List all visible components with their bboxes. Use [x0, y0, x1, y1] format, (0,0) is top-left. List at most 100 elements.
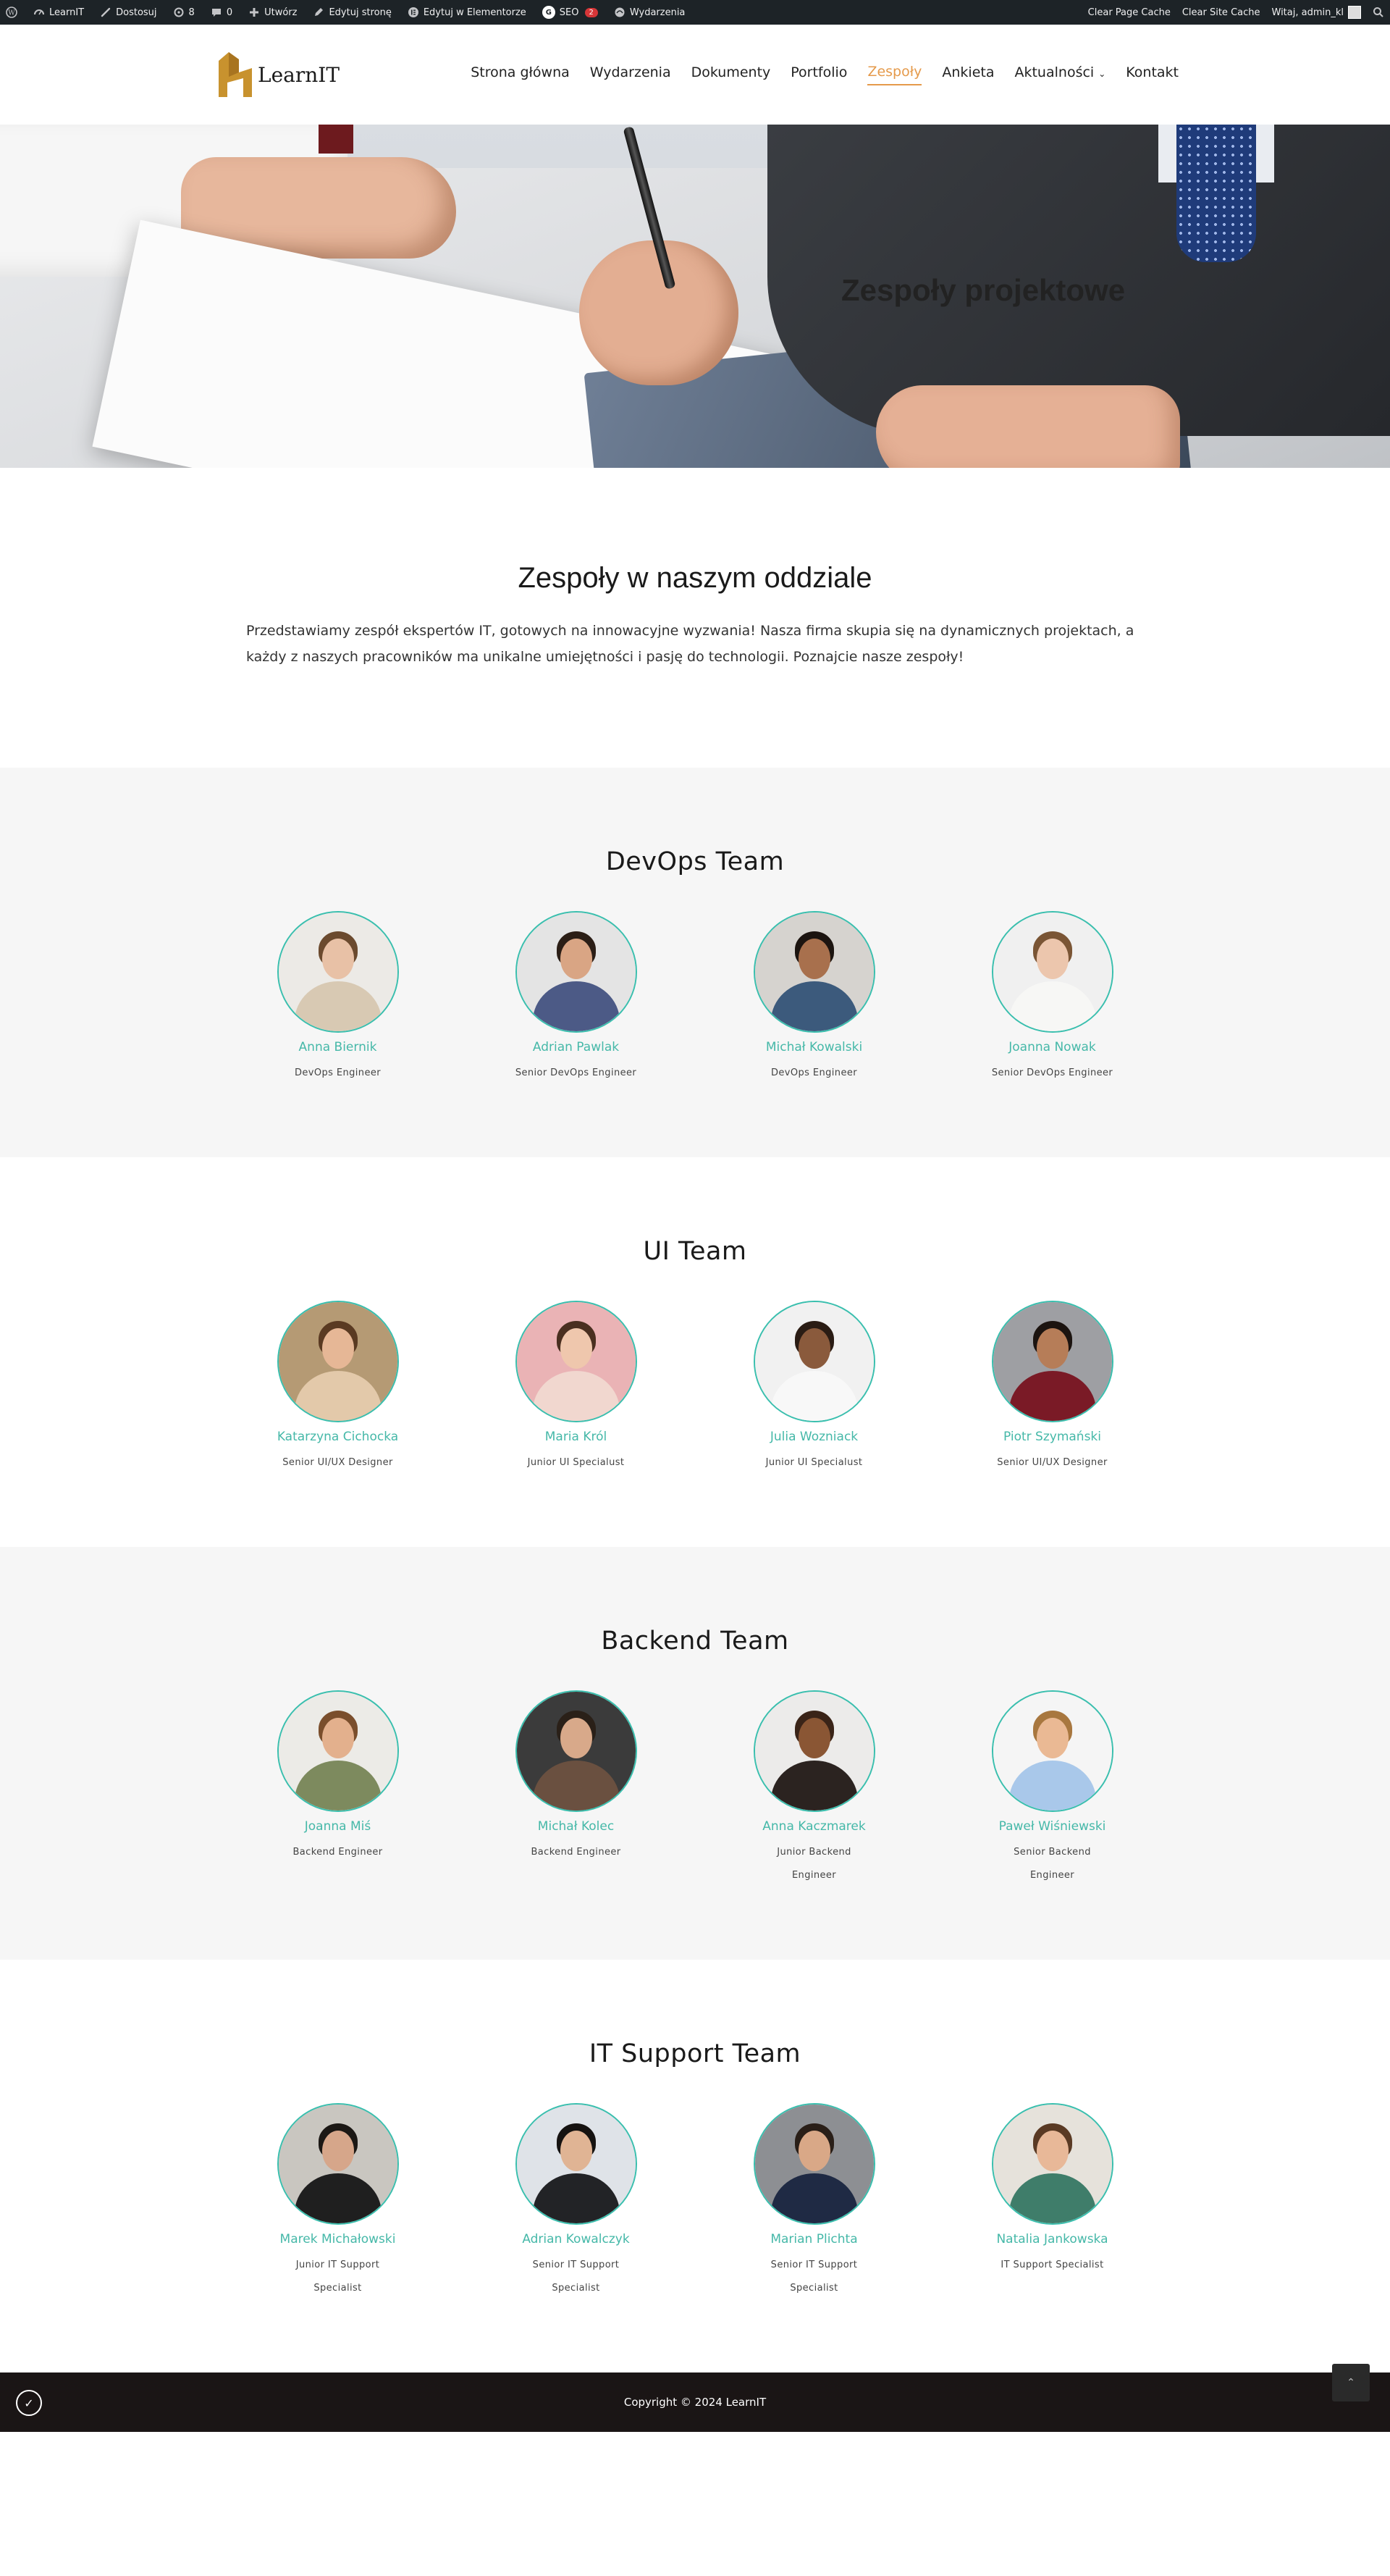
chevron-up-icon: ⌃ [1347, 2377, 1355, 2388]
site-name-link[interactable]: LearnIT [33, 7, 84, 18]
member-photo [753, 1690, 875, 1812]
team-title: UI Team [643, 1237, 747, 1266]
nav-item-events[interactable]: Wydarzenia [590, 64, 671, 85]
customize-label: Dostosuj [116, 7, 157, 18]
nav-item-contact[interactable]: Kontakt [1126, 64, 1179, 85]
edit-elementor-link[interactable]: Edytuj w Elementorze [408, 7, 526, 18]
member-photo [277, 2103, 399, 2225]
clear-page-cache-link[interactable]: Clear Page Cache [1088, 7, 1171, 18]
dashboard-icon [33, 7, 45, 18]
team-member-card: Natalia Jankowska IT Support Specialist [991, 2103, 1113, 2300]
clear-site-cache-link[interactable]: Clear Site Cache [1182, 7, 1260, 18]
member-name: Paweł Wiśniewski [998, 1819, 1106, 1834]
team-member-card: Katarzyna Cichocka Senior UI/UX Designer [277, 1301, 399, 1474]
intro-text: Przedstawiamy zespół ekspertów IT, gotow… [246, 623, 1134, 665]
hero-banner: Zespoły projektowe [0, 125, 1390, 468]
member-photo [515, 1301, 637, 1422]
nav-item-home[interactable]: Strona główna [471, 64, 570, 85]
updates-link[interactable]: 8 [173, 7, 195, 18]
seo-menu[interactable]: G SEO 2 [542, 6, 598, 19]
new-content-link[interactable]: Utwórz [248, 7, 297, 18]
member-name: Adrian Pawlak [532, 1040, 620, 1054]
brush-icon [100, 7, 111, 18]
seo-icon: G [542, 6, 555, 19]
member-role: Senior IT Support Specialist [532, 2260, 620, 2294]
member-photo [515, 2103, 637, 2225]
events-label: Wydarzenia [629, 7, 686, 18]
nav-item-survey[interactable]: Ankieta [942, 64, 994, 85]
pencil-icon [313, 7, 324, 18]
member-name: Adrian Kowalczyk [522, 2232, 630, 2246]
greeting-label: Witaj, admin_kl [1271, 7, 1344, 18]
nav-item-documents[interactable]: Dokumenty [691, 64, 771, 85]
seo-notification-badge: 2 [584, 7, 598, 17]
search-icon [1373, 7, 1384, 18]
intro-section: Zespoły w naszym oddziale Przedstawiamy … [0, 468, 1390, 768]
member-photo [753, 911, 875, 1033]
member-photo [753, 1301, 875, 1422]
member-photo [277, 911, 399, 1033]
member-role: IT Support Specialist [1001, 2260, 1104, 2270]
nav-item-teams[interactable]: Zespoły [867, 64, 922, 85]
member-photo [991, 2103, 1113, 2225]
team-section-backend: Backend Team Joanna Miś Backend Engineer… [0, 1547, 1390, 1960]
logo-text: LearnIT [258, 62, 340, 87]
team-member-card: Michał Kowalski DevOps Engineer [753, 911, 875, 1085]
member-name: Piotr Szymański [1003, 1430, 1101, 1444]
admin-bar: W LearnIT Dostosuj 8 0 Utwórz Edytuj str… [0, 0, 1390, 25]
team-section-it-support: IT Support Team Marek Michałowski Junior… [0, 1960, 1390, 2372]
team-members: Katarzyna Cichocka Senior UI/UX Designer… [0, 1301, 1390, 1474]
member-role: DevOps Engineer [771, 1067, 857, 1078]
customize-link[interactable]: Dostosuj [100, 7, 157, 18]
member-role: Senior UI/UX Designer [997, 1457, 1108, 1468]
member-photo [753, 2103, 875, 2225]
hero-title: Zespoły projektowe [841, 273, 1126, 307]
wordpress-icon: W [6, 7, 17, 18]
team-title: Backend Team [601, 1627, 789, 1656]
cookie-icon: ✓ [24, 2396, 34, 2410]
member-photo [277, 1690, 399, 1812]
team-member-card: Adrian Kowalczyk Senior IT Support Speci… [515, 2103, 637, 2300]
events-link[interactable]: Wydarzenia [614, 7, 686, 18]
member-role: Junior Backend Engineer [777, 1847, 851, 1881]
member-role: Junior IT Support Specialist [295, 2260, 380, 2294]
team-member-card: Anna Biernik DevOps Engineer [277, 911, 399, 1085]
plus-icon [248, 7, 260, 18]
team-members: Joanna Miś Backend Engineer Michał Kolec… [0, 1690, 1390, 1887]
member-name: Marek Michałowski [279, 2232, 396, 2246]
site-header: LearnIT Strona główna Wydarzenia Dokumen… [0, 25, 1390, 125]
team-member-card: Marek Michałowski Junior IT Support Spec… [277, 2103, 399, 2300]
nav-item-portfolio[interactable]: Portfolio [791, 64, 847, 85]
user-avatar [1348, 6, 1361, 19]
scroll-to-top-button[interactable]: ⌃ [1332, 2364, 1370, 2401]
comment-icon [211, 7, 222, 18]
team-member-card: Joanna Nowak Senior DevOps Engineer [991, 911, 1113, 1085]
edit-page-label: Edytuj stronę [329, 7, 392, 18]
wordpress-menu[interactable]: W [6, 7, 17, 18]
intro-title: Zespoły w naszym oddziale [518, 562, 872, 594]
account-menu[interactable]: Witaj, admin_kl [1271, 6, 1361, 19]
edit-elementor-label: Edytuj w Elementorze [423, 7, 526, 18]
team-member-card: Michał Kolec Backend Engineer [515, 1690, 637, 1887]
admin-search-button[interactable] [1373, 7, 1384, 18]
edit-page-link[interactable]: Edytuj stronę [313, 7, 392, 18]
hero-image-hand-right [876, 385, 1180, 468]
member-role: Senior DevOps Engineer [515, 1067, 637, 1078]
team-member-card: Paweł Wiśniewski Senior Backend Engineer [991, 1690, 1113, 1887]
comments-count: 0 [226, 7, 233, 18]
team-members: Marek Michałowski Junior IT Support Spec… [0, 2103, 1390, 2300]
member-role: Backend Engineer [292, 1847, 383, 1858]
comments-link[interactable]: 0 [211, 7, 232, 18]
team-member-card: Adrian Pawlak Senior DevOps Engineer [515, 911, 637, 1085]
seo-label: SEO [559, 7, 579, 18]
member-photo [991, 1301, 1113, 1422]
admin-bar-left: W LearnIT Dostosuj 8 0 Utwórz Edytuj str… [6, 6, 685, 19]
cookie-settings-button[interactable]: ✓ [16, 2390, 42, 2416]
team-section-devops: DevOps Team Anna Biernik DevOps Engineer… [0, 768, 1390, 1157]
nav-item-news[interactable]: Aktualności ⌄ [1014, 64, 1105, 85]
member-photo [991, 1690, 1113, 1812]
site-footer: ✓ Copyright © 2024 LearnIT ⌃ [0, 2364, 1390, 2432]
site-logo[interactable]: LearnIT [217, 51, 340, 98]
member-name: Anna Biernik [298, 1040, 377, 1054]
member-role: Junior UI Specialust [765, 1457, 863, 1468]
